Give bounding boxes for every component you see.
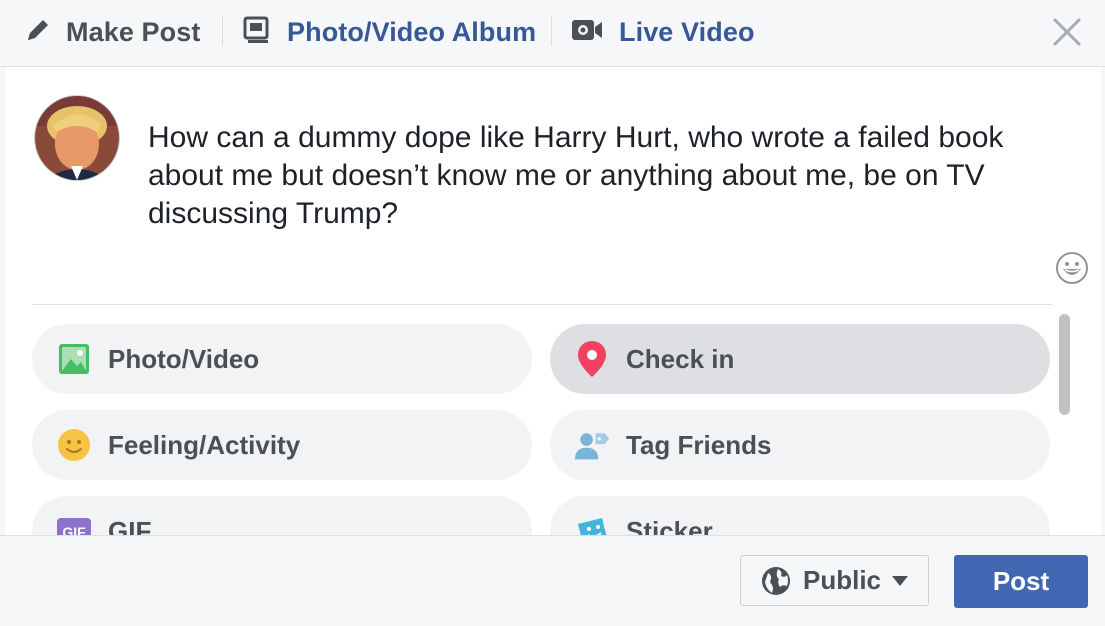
composer-footer: Public Post [0, 535, 1105, 626]
privacy-selector[interactable]: Public [740, 555, 929, 606]
action-photo-video-label: Photo/Video [108, 343, 260, 374]
location-pin-icon [574, 341, 610, 377]
tab-live-label: Live Video [619, 16, 755, 47]
action-photo-video[interactable]: Photo/Video [32, 324, 532, 394]
actions-scrollbar[interactable] [1055, 308, 1075, 535]
action-tag-friends[interactable]: Tag Friends [550, 410, 1050, 480]
tab-make-post[interactable]: Make Post [24, 0, 200, 64]
action-tag-friends-label: Tag Friends [626, 429, 772, 460]
post-text-input[interactable]: How can a dummy dope like Harry Hurt, wh… [148, 119, 1028, 233]
composer-body: How can a dummy dope like Harry Hurt, wh… [5, 67, 1101, 566]
action-feeling-label: Feeling/Activity [108, 429, 301, 460]
photo-icon [56, 341, 92, 377]
tab-make-post-label: Make Post [66, 16, 201, 47]
close-icon[interactable] [1052, 17, 1082, 47]
tab-photo-video-album[interactable]: Photo/Video Album [243, 0, 536, 64]
post-button[interactable]: Post [954, 555, 1088, 608]
emoji-icon[interactable] [1055, 251, 1089, 285]
avatar [34, 95, 120, 181]
pencil-icon [24, 16, 52, 49]
smiley-icon [56, 427, 92, 463]
action-check-in-label: Check in [626, 343, 735, 374]
composer-tab-bar: Make Post Photo/Video Album Live Video [0, 0, 1105, 67]
globe-icon [761, 566, 791, 596]
action-feeling-activity[interactable]: Feeling/Activity [32, 410, 532, 480]
tag-friends-icon [574, 427, 610, 463]
tab-separator [551, 16, 552, 46]
scrollbar-thumb[interactable] [1059, 314, 1070, 415]
video-camera-icon [571, 17, 603, 48]
privacy-label: Public [803, 565, 882, 595]
tab-separator [222, 16, 223, 46]
tab-album-label: Photo/Video Album [287, 16, 537, 47]
tab-live-video[interactable]: Live Video [571, 0, 755, 64]
caret-down-icon [891, 575, 909, 587]
photo-album-icon [243, 16, 271, 49]
action-check-in[interactable]: Check in [550, 324, 1050, 394]
composer-divider [32, 304, 1052, 305]
